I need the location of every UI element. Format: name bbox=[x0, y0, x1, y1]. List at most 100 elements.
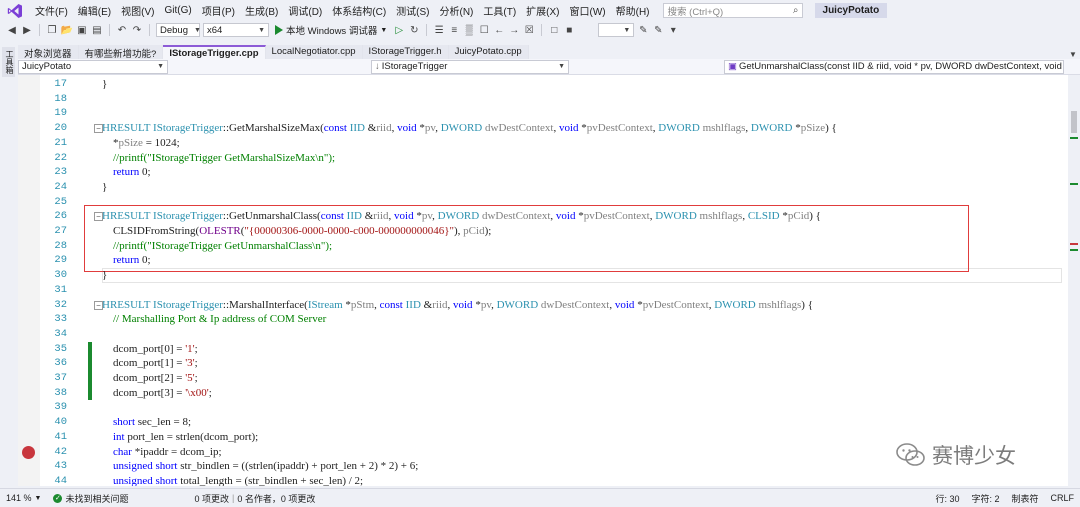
tab-document[interactable]: 有哪些新增功能? bbox=[78, 45, 164, 60]
bookmark-clear-icon[interactable]: ☒ bbox=[523, 24, 535, 36]
toolbox-tab[interactable]: 工具箱 bbox=[2, 47, 15, 77]
code-line[interactable]: 26 HRESULT IStorageTrigger::GetUnmarshalC… bbox=[18, 209, 1068, 224]
collapse-toggle-icon[interactable]: − bbox=[94, 124, 103, 134]
code-text: // Marshalling Port & Ip address of COM … bbox=[113, 313, 327, 326]
new-item-icon[interactable]: ❐ bbox=[46, 24, 58, 36]
back-icon[interactable]: ◀ bbox=[6, 24, 18, 36]
tab-active[interactable]: IStorageTrigger.cpp bbox=[163, 45, 266, 59]
menu-item[interactable]: 窗口(W) bbox=[565, 3, 611, 18]
menu-item[interactable]: 工具(T) bbox=[478, 3, 521, 18]
code-line[interactable]: 29 return 0; bbox=[18, 253, 1068, 268]
toolbar-misc-icon[interactable]: ☰ bbox=[433, 24, 445, 36]
code-line[interactable]: 31 bbox=[18, 283, 1068, 298]
line-indicator[interactable]: 行: 30 bbox=[929, 492, 965, 505]
code-line[interactable]: 18 bbox=[18, 92, 1068, 107]
menu-item[interactable]: Git(G) bbox=[159, 5, 196, 16]
whitespace-indicator[interactable]: 制表符 bbox=[1005, 492, 1044, 505]
menu-item[interactable]: 编辑(E) bbox=[73, 3, 116, 18]
code-line[interactable]: 23 return 0; bbox=[18, 165, 1068, 180]
redo-icon[interactable]: ↷ bbox=[131, 24, 143, 36]
scope-combo[interactable]: ↓ IStorageTrigger ▼ bbox=[371, 59, 569, 74]
tab-overflow-chevron-icon[interactable]: ▼ bbox=[1066, 50, 1080, 59]
code-line[interactable]: 39 bbox=[18, 400, 1068, 415]
tab-document[interactable]: IStorageTrigger.h bbox=[362, 45, 449, 59]
line-number: 29 bbox=[54, 254, 67, 267]
code-line[interactable]: 34 bbox=[18, 327, 1068, 342]
zoom-level[interactable]: 141 % ▼ bbox=[0, 493, 47, 503]
code-line[interactable]: 28 //printf("IStorageTrigger GetUnmarsha… bbox=[18, 239, 1068, 254]
code-line[interactable]: 21 *pSize = 1024; bbox=[18, 136, 1068, 151]
visual-studio-logo-icon[interactable] bbox=[4, 0, 26, 21]
collapse-toggle-icon[interactable]: − bbox=[94, 212, 103, 222]
project-combo[interactable]: JuicyPotato ▼ bbox=[18, 59, 168, 74]
menu-item[interactable]: 生成(B) bbox=[240, 3, 283, 18]
line-number: 40 bbox=[54, 416, 67, 429]
search-input[interactable]: 搜索 (Ctrl+Q) ⌕ bbox=[662, 3, 803, 18]
platform-select[interactable]: x64 ▼ bbox=[203, 23, 269, 37]
save-all-icon[interactable]: ▤ bbox=[91, 24, 103, 36]
collapse-toggle-icon[interactable]: − bbox=[94, 300, 103, 310]
code-line[interactable]: 40 short sec_len = 8; bbox=[18, 415, 1068, 430]
char-indicator[interactable]: 字符: 2 bbox=[965, 492, 1005, 505]
code-line[interactable]: 32 HRESULT IStorageTrigger::MarshalInterf… bbox=[18, 298, 1068, 313]
comment-icon[interactable]: ▒ bbox=[463, 24, 475, 36]
line-number: 22 bbox=[54, 151, 67, 164]
menu-item[interactable]: 分析(N) bbox=[435, 3, 479, 18]
start-debugging-button[interactable]: 本地 Windows 调试器 ▼ bbox=[272, 23, 390, 37]
code-line[interactable]: 20 HRESULT IStorageTrigger::GetMarshalSiz… bbox=[18, 121, 1068, 136]
toolbar-tool-icon-2[interactable]: ■ bbox=[563, 24, 575, 36]
bookmark-icon[interactable]: ☐ bbox=[478, 24, 490, 36]
forward-icon[interactable]: ▶ bbox=[21, 24, 33, 36]
code-editor[interactable]: 17} 18 19 20 HRESULT IStorageTrigger::GetMar… bbox=[18, 75, 1068, 486]
bookmark-prev-icon[interactable]: ← bbox=[493, 24, 505, 36]
code-text: char *ipaddr = dcom_ip; bbox=[113, 445, 222, 458]
tab-document[interactable]: LocalNegotiator.cpp bbox=[265, 45, 363, 59]
menu-item[interactable]: 测试(S) bbox=[391, 3, 434, 18]
scroll-breakpoint-marker bbox=[1070, 243, 1078, 245]
code-line[interactable]: 27 CLSIDFromString(OLESTR("{00000306-000… bbox=[18, 224, 1068, 239]
menu-item[interactable]: 视图(V) bbox=[116, 3, 159, 18]
refresh-icon[interactable]: ↻ bbox=[408, 24, 420, 36]
save-icon[interactable]: ▣ bbox=[76, 24, 88, 36]
toolbar-tool-icon[interactable]: □ bbox=[548, 24, 560, 36]
menu-item[interactable]: 扩展(X) bbox=[521, 3, 564, 18]
menu-item[interactable]: 体系结构(C) bbox=[327, 3, 391, 18]
menu-item[interactable]: 项目(P) bbox=[197, 3, 240, 18]
undo-icon[interactable]: ↶ bbox=[116, 24, 128, 36]
menu-item[interactable]: 文件(F) bbox=[30, 3, 73, 18]
empty-select[interactable]: ▼ bbox=[598, 23, 635, 37]
git-changes[interactable]: 0 项更改 | 0 名作者，0 项更改 bbox=[188, 492, 321, 505]
code-line[interactable]: 22 //printf("IStorageTrigger GetMarshalS… bbox=[18, 151, 1068, 166]
eol-indicator[interactable]: CRLF bbox=[1044, 492, 1080, 505]
vertical-scrollbar[interactable] bbox=[1068, 75, 1080, 486]
code-line[interactable]: 19 bbox=[18, 106, 1068, 121]
code-line[interactable]: 17} bbox=[18, 77, 1068, 92]
open-icon[interactable]: 📂 bbox=[61, 24, 73, 36]
scrollbar-thumb[interactable] bbox=[1071, 111, 1077, 133]
code-line[interactable]: 36 dcom_port[1] = '3'; bbox=[18, 356, 1068, 371]
code-line[interactable]: 38 dcom_port[3] = '\x00'; bbox=[18, 385, 1068, 401]
line-number: 24 bbox=[54, 180, 67, 193]
menu-item[interactable]: 调试(D) bbox=[283, 3, 327, 18]
pin-icon-2[interactable]: ✎ bbox=[652, 24, 664, 36]
tab-document[interactable]: 对象浏览器 bbox=[18, 45, 79, 60]
code-line[interactable]: 30} bbox=[18, 268, 1068, 283]
code-line[interactable]: 24} bbox=[18, 180, 1068, 195]
code-line[interactable]: 44 unsigned short total_length = (str_bi… bbox=[18, 474, 1068, 486]
toolbar-more-icon[interactable]: ▾ bbox=[667, 24, 679, 36]
code-line[interactable]: 37 dcom_port[2] = '5'; bbox=[18, 371, 1068, 386]
menu-item[interactable]: 帮助(H) bbox=[611, 3, 655, 18]
code-line[interactable]: 25 bbox=[18, 195, 1068, 210]
code-text: HRESULT IStorageTrigger::GetUnmarshalCla… bbox=[102, 210, 821, 223]
code-line[interactable]: 35 dcom_port[0] = '1'; bbox=[18, 341, 1068, 357]
bookmark-next-icon[interactable]: → bbox=[508, 24, 520, 36]
tab-document[interactable]: JuicyPotato.cpp bbox=[448, 45, 529, 59]
issues-indicator[interactable]: ✓ 未找到相关问题 bbox=[47, 492, 134, 505]
member-combo[interactable]: ▣ GetUnmarshalClass(const IID & riid, voi… bbox=[724, 59, 1064, 74]
toolbar: ◀ ▶ ❐ 📂 ▣ ▤ ↶ ↷ Debug ▼ x64 ▼ 本地 Windows 调… bbox=[0, 21, 1080, 39]
toolbar-misc-icon-2[interactable]: ≡ bbox=[448, 24, 460, 36]
start-without-debugging-icon[interactable]: ▷ bbox=[393, 24, 405, 36]
code-line[interactable]: 33 // Marshalling Port & Ip address of C… bbox=[18, 312, 1068, 327]
configuration-select[interactable]: Debug ▼ bbox=[156, 23, 201, 37]
pin-icon[interactable]: ✎ bbox=[637, 24, 649, 36]
